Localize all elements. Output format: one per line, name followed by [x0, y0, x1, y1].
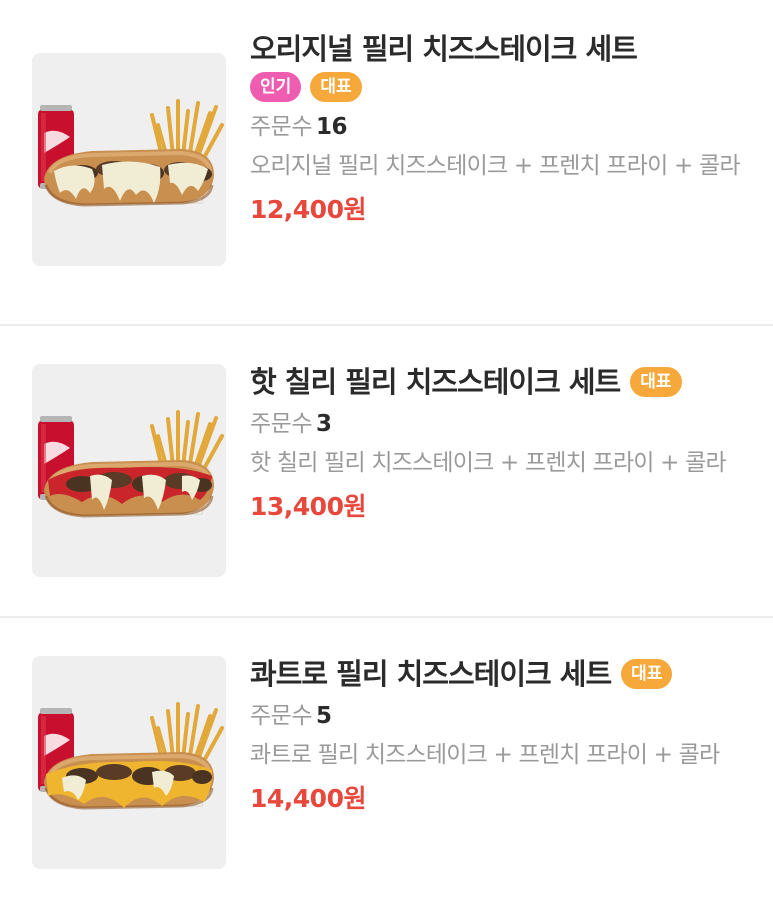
order-count-value: 3	[315, 411, 332, 437]
order-count-value: 5	[315, 703, 332, 729]
menu-item-info: 핫 칠리 필리 치즈스테이크 세트 대표 주문수 3 핫 칠리 필리 치즈스테이크 …	[250, 363, 753, 523]
cheesesteak-set-photo-quattro	[32, 656, 226, 869]
order-count-label: 주문수	[250, 703, 312, 729]
menu-item-name: 콰트로 필리 치즈스테이크 세트	[250, 657, 612, 691]
menu-item-price: 12,400원	[250, 195, 366, 224]
menu-item-info: 콰트로 필리 치즈스테이크 세트 대표 주문수 5 콰트로 필리 치즈스테이크 + …	[250, 655, 753, 815]
menu-item-title-row: 오리지널 필리 치즈스테이크 세트	[250, 30, 753, 66]
menu-item-info: 오리지널 필리 치즈스테이크 세트 인기 대표 주문수 16 오리지널 필리 치즈…	[250, 30, 753, 226]
order-count: 주문수 5	[250, 701, 753, 731]
menu-list: 오리지널 필리 치즈스테이크 세트 인기 대표 주문수 16 오리지널 필리 치즈…	[0, 0, 773, 906]
signature-badge: 대표	[310, 72, 362, 102]
order-count-value: 16	[315, 114, 348, 140]
badge-row: 인기 대표	[250, 72, 753, 102]
cheesesteak-set-photo-hot-chili	[32, 364, 226, 577]
menu-item-name: 핫 칠리 필리 치즈스테이크 세트	[250, 365, 621, 399]
order-count-label: 주문수	[250, 114, 312, 140]
menu-item-price: 13,400원	[250, 492, 366, 521]
order-count-label: 주문수	[250, 411, 312, 437]
menu-item-price: 14,400원	[250, 784, 366, 813]
menu-item-description: 핫 칠리 필리 치즈스테이크 + 프렌치 프라이 + 콜라	[250, 450, 727, 476]
signature-badge: 대표	[621, 659, 673, 689]
menu-item-title-row: 핫 칠리 필리 치즈스테이크 세트 대표	[250, 363, 753, 399]
popular-badge: 인기	[250, 72, 302, 102]
order-count: 주문수 3	[250, 409, 753, 439]
order-count: 주문수 16	[250, 112, 753, 142]
menu-item-title-row: 콰트로 필리 치즈스테이크 세트 대표	[250, 655, 753, 691]
cheesesteak-set-photo-original	[32, 53, 226, 266]
menu-item-description: 콰트로 필리 치즈스테이크 + 프렌치 프라이 + 콜라	[250, 742, 720, 768]
signature-badge: 대표	[630, 367, 682, 397]
menu-item-description: 오리지널 필리 치즈스테이크 + 프렌치 프라이 + 콜라	[250, 153, 741, 179]
menu-item-name: 오리지널 필리 치즈스테이크 세트	[250, 32, 638, 66]
menu-item-original-set[interactable]: 오리지널 필리 치즈스테이크 세트 인기 대표 주문수 16 오리지널 필리 치즈…	[0, 0, 773, 326]
menu-item-quattro-set[interactable]: 콰트로 필리 치즈스테이크 세트 대표 주문수 5 콰트로 필리 치즈스테이크 + …	[0, 618, 773, 906]
menu-item-hot-chili-set[interactable]: 핫 칠리 필리 치즈스테이크 세트 대표 주문수 3 핫 칠리 필리 치즈스테이크 …	[0, 326, 773, 618]
